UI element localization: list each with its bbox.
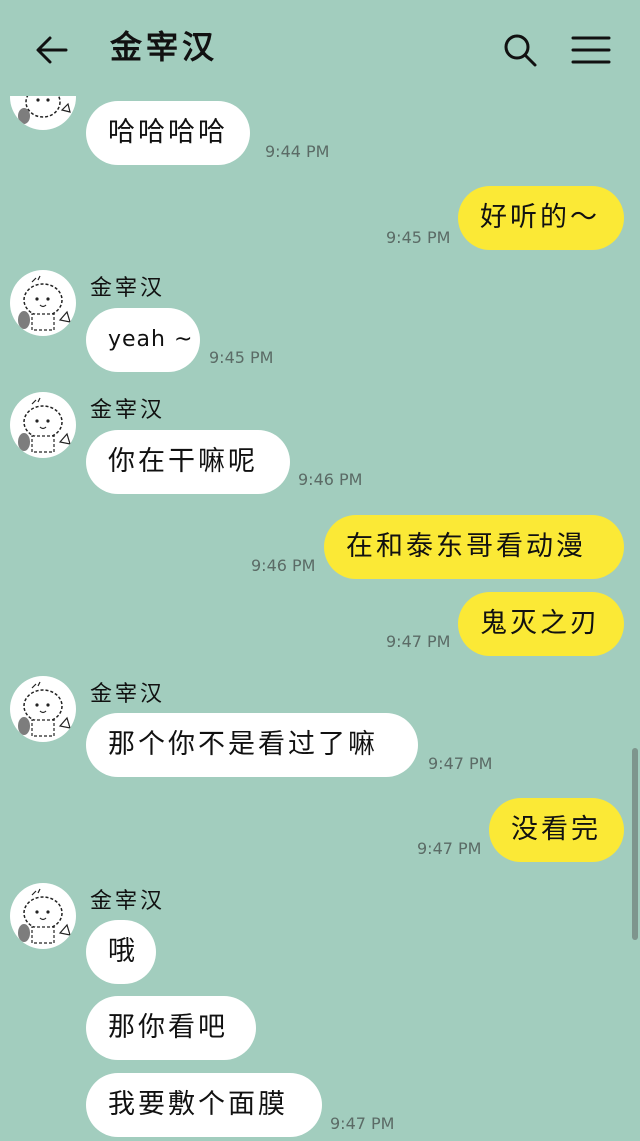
contact-avatar[interactable] [10,392,76,458]
message-bubble[interactable]: 我要敷个面膜 [86,1073,322,1137]
message-bubble[interactable]: 哦 [86,920,156,984]
message-time: 9:47 PM [428,754,493,773]
scrollbar[interactable] [632,748,638,940]
page-title: 金宰汉 [110,28,219,66]
message-bubble[interactable]: 那个你不是看过了嘛 [86,713,418,777]
contact-avatar[interactable] [10,883,76,949]
chat-area[interactable]: 哈哈哈哈 9:44 PM 好听的～ 9:45 PM 金宰汉 yeah ~ 9:4… [0,0,640,1141]
message-bubble[interactable]: 好听的～ [458,186,624,250]
message-time: 9:44 PM [265,142,330,161]
message-bubble[interactable]: 鬼灭之刃 [458,592,624,656]
sender-name: 金宰汉 [90,682,166,707]
message-bubble[interactable]: 没看完 [489,798,624,862]
menu-button[interactable] [570,30,612,70]
sender-name: 金宰汉 [90,276,166,301]
message-bubble[interactable]: 那你看吧 [86,996,256,1060]
message-bubble[interactable]: 你在干嘛呢 [86,430,290,494]
message-time: 9:47 PM [330,1114,395,1133]
message-time: 9:46 PM [251,556,316,575]
sender-name: 金宰汉 [90,889,166,914]
message-bubble[interactable]: yeah ~ [86,308,200,372]
back-button[interactable] [32,30,72,70]
message-time: 9:47 PM [417,839,482,858]
message-bubble[interactable]: 哈哈哈哈 [86,101,250,165]
message-bubble[interactable]: 在和泰东哥看动漫 [324,515,624,579]
search-button[interactable] [500,30,540,70]
arrow-left-icon [36,36,68,64]
message-time: 9:46 PM [298,470,363,489]
message-time: 9:47 PM [386,632,451,651]
hamburger-menu-icon [571,36,611,64]
sender-name: 金宰汉 [90,398,166,423]
chat-header: 金宰汉 [0,0,640,96]
message-time: 9:45 PM [386,228,451,247]
contact-avatar[interactable] [10,676,76,742]
contact-avatar[interactable] [10,270,76,336]
message-time: 9:45 PM [209,348,274,367]
search-icon [504,34,537,67]
